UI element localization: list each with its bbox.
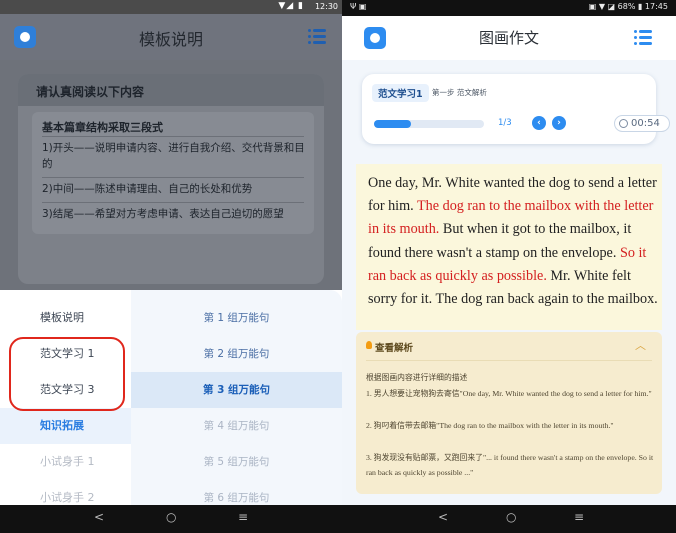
status-left-icons: Ψ ▣	[350, 2, 367, 11]
structure-subtitle: 基本篇章结构采取三段式	[42, 121, 163, 134]
step-label: 第一步 范文解析	[432, 88, 487, 97]
status-right-icons: ▣ ▼ ◪ 68% ▮ 17:45	[588, 2, 668, 11]
recents-icon[interactable]: ≡	[238, 510, 248, 524]
lesson-tag: 范文学习1	[372, 84, 429, 102]
progress-bar	[374, 120, 484, 128]
analysis-line: 1. 男人想要让宠物狗去寄信"One day, Mr. White wanted…	[366, 389, 652, 398]
sentence-group-4[interactable]: 第 4 组万能句	[131, 408, 342, 444]
status-bar-left: ▼◢ ▮ 12:30	[0, 0, 342, 14]
list-menu-icon[interactable]	[634, 30, 652, 46]
clock-icon	[619, 119, 628, 128]
structure-line: 2)中间——陈述申请理由、自己的长处和优势	[42, 183, 253, 195]
divider	[42, 202, 304, 203]
screenshot-stage: ▼◢ ▮ 12:30 模板说明 请认真阅读以下内容 基本篇章结构采取三段式 1)…	[0, 0, 676, 533]
system-nav-bar-left: < ○ ≡	[0, 505, 342, 533]
menu-item-template[interactable]: 模板说明	[0, 300, 131, 336]
structure-line: 1)开头——说明申请内容、进行自我介绍、交代背景和目的	[42, 142, 305, 170]
list-menu-icon[interactable]	[308, 29, 326, 45]
home-icon[interactable]: ○	[166, 510, 176, 524]
card-header-text: 请认真阅读以下内容	[36, 85, 145, 99]
home-icon[interactable]: ○	[506, 510, 516, 524]
page-title: 模板说明	[138, 30, 203, 49]
left-phone-screen: ▼◢ ▮ 12:30 模板说明 请认真阅读以下内容 基本篇章结构采取三段式 1)…	[0, 0, 342, 533]
status-icons: ▼◢ ▮	[278, 1, 304, 11]
sentence-group-1[interactable]: 第 1 组万能句	[131, 300, 342, 336]
recents-icon[interactable]: ≡	[574, 510, 584, 524]
divider	[42, 177, 304, 178]
page-title: 图画作文	[478, 29, 539, 47]
menu-item-knowledge[interactable]: 知识拓展	[0, 408, 131, 444]
content-area: 范文学习1 第一步 范文解析 1/3 ‹ › 00:54 One day, Mr…	[342, 60, 676, 505]
page-counter: 1/3	[498, 118, 512, 128]
dimmed-content: 请认真阅读以下内容 基本篇章结构采取三段式 1)开头——说明申请内容、进行自我介…	[0, 60, 342, 290]
progress-bar-fill	[374, 120, 412, 128]
app-bar-right: 图画作文	[342, 16, 676, 60]
analysis-line: 根据图画内容进行详细的描述	[366, 373, 468, 382]
sentence-group-6[interactable]: 第 6 组万能句	[131, 480, 342, 505]
menu-item-practice-1[interactable]: 小试身手 1	[0, 444, 131, 480]
structure-line: 3)结尾——希望对方考虑申请、表达自己迫切的愿望	[42, 208, 284, 220]
menu-item-practice-2[interactable]: 小试身手 2	[0, 480, 131, 505]
back-icon[interactable]: <	[438, 510, 448, 524]
analysis-panel: 查看解析 ︿ 根据图画内容进行详细的描述 1. 男人想要让宠物狗去寄信"One …	[356, 332, 662, 494]
divider	[42, 136, 304, 137]
lightbulb-icon	[366, 341, 372, 349]
analysis-toggle[interactable]: 查看解析	[366, 340, 413, 354]
right-phone-screen: Ψ ▣ ▣ ▼ ◪ 68% ▮ 17:45 图画作文 范文学习1 第一步 范文解…	[342, 0, 676, 533]
divider	[366, 360, 652, 361]
model-essay: One day, Mr. White wanted the dog to sen…	[356, 164, 662, 330]
status-time: 12:30	[314, 2, 338, 11]
instruction-card: 请认真阅读以下内容 基本篇章结构采取三段式 1)开头——说明申请内容、进行自我介…	[18, 74, 324, 284]
analysis-line: 2. 狗叼着信带去邮箱"The dog ran to the mailbox w…	[366, 421, 614, 430]
prev-button[interactable]: ‹	[532, 116, 546, 130]
card-header: 请认真阅读以下内容	[18, 74, 324, 106]
back-icon[interactable]: <	[94, 510, 104, 524]
timer-value: 00:54	[631, 118, 660, 129]
analysis-line: 3. 狗发现没有贴邮票，又跑回来了"... it found there was…	[366, 453, 654, 477]
analysis-title: 查看解析	[375, 343, 414, 354]
app-bar-left: 模板说明	[0, 14, 342, 60]
status-bar-right: Ψ ▣ ▣ ▼ ◪ 68% ▮ 17:45	[342, 0, 676, 16]
sentence-group-2[interactable]: 第 2 组万能句	[131, 336, 342, 372]
sentence-group-5[interactable]: 第 5 组万能句	[131, 444, 342, 480]
system-nav-bar-right: < ○ ≡	[342, 505, 676, 533]
progress-card: 范文学习1 第一步 范文解析 1/3 ‹ › 00:54	[362, 74, 670, 144]
highlight-annotation-ring	[9, 337, 125, 411]
essay-text: One day, Mr. White wanted the dog to sen…	[368, 172, 658, 311]
sentence-group-3[interactable]: 第 3 组万能句	[131, 372, 342, 408]
next-button[interactable]: ›	[552, 116, 566, 130]
timer: 00:54	[614, 115, 670, 132]
chevron-up-icon[interactable]: ︿	[635, 337, 646, 353]
